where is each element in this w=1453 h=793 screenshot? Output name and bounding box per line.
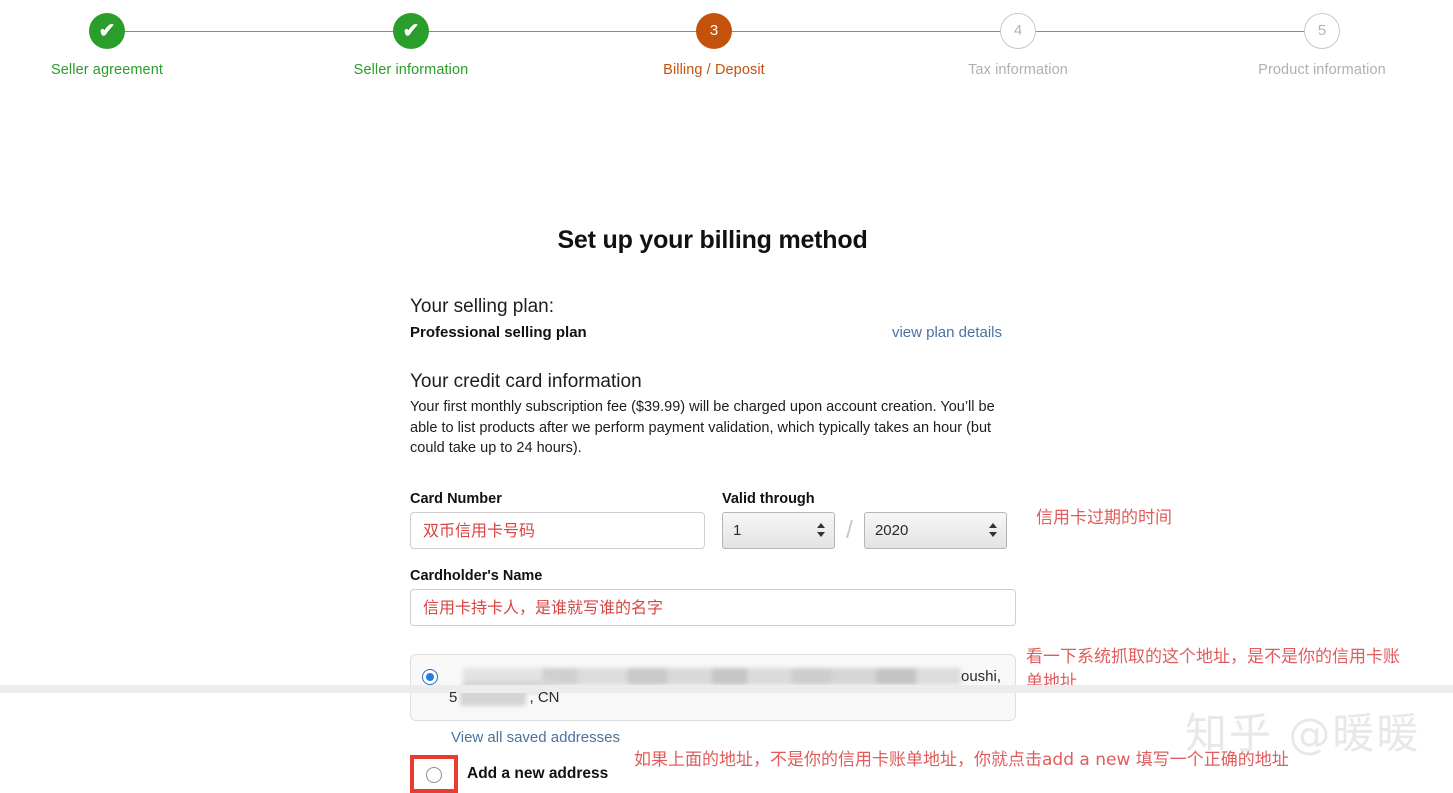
stepper-step-1-circle: ✔ [89, 13, 125, 49]
add-new-address-radio[interactable] [426, 767, 442, 783]
expiry-year-select[interactable]: 2020 [863, 511, 1007, 549]
valid-through-controls: 1 / 2020 [722, 511, 1007, 549]
highlight-box [410, 754, 458, 793]
saved-address-line-1: oushi, [449, 666, 1003, 693]
stepper-step-1-label: Seller agreement [50, 62, 164, 78]
cardholder-name-label: Cardholder's Name [410, 567, 543, 584]
view-all-saved-addresses-link[interactable]: View all saved addresses [451, 729, 620, 746]
stepper-step-2-label: Seller information [353, 62, 469, 78]
credit-card-heading: Your credit card information [410, 371, 642, 392]
stepper-step-5-circle: 5 [1304, 13, 1340, 49]
credit-card-description: Your first monthly subscription fee ($39… [410, 399, 995, 456]
stepper-step-4-label: Tax information [968, 62, 1068, 78]
stepper-step-4[interactable]: 4 Tax information [898, 0, 1138, 78]
card-number-label: Card Number [410, 490, 502, 507]
cardholder-name-input[interactable] [410, 588, 1016, 626]
cardholder-group: Cardholder's Name [410, 568, 1016, 626]
expiry-separator: / [846, 515, 853, 544]
selling-plan-heading: Your selling plan: [410, 296, 555, 317]
stepper-step-3-circle: 3 [696, 13, 732, 49]
bottom-strip [0, 685, 1453, 693]
saved-address-radio[interactable] [422, 668, 438, 685]
check-icon: ✔ [402, 20, 420, 42]
progress-stepper: ✔ Seller agreement ✔ Seller information … [0, 0, 1453, 88]
stepper-step-3-label: Billing / Deposit [663, 62, 765, 78]
annotation-valid-through: 信用卡过期的时间 [1036, 508, 1172, 528]
selling-plan-row: Professional selling plan view plan deta… [410, 320, 1016, 346]
billing-page: Set up your billing method Your selling … [0, 88, 1453, 793]
stepper-step-5-label: Product information [1258, 62, 1386, 78]
check-icon: ✔ [98, 20, 116, 42]
saved-address-country: , CN [529, 688, 560, 706]
card-number-group: Card Number [410, 491, 705, 549]
stepper-step-2-circle: ✔ [393, 13, 429, 49]
stepper-step-1[interactable]: ✔ Seller agreement [0, 0, 227, 78]
card-fields-row: Card Number Valid through 1 / 2020 [410, 491, 1016, 549]
valid-through-label: Valid through [722, 490, 815, 507]
expiry-year-select-wrap: 2020 [863, 511, 1007, 549]
expiry-month-select-wrap: 1 [722, 511, 835, 549]
billing-form: Your selling plan: Professional selling … [410, 294, 1016, 793]
expiry-month-select[interactable]: 1 [722, 511, 835, 549]
saved-address-zip-prefix: 5 [449, 688, 458, 706]
add-new-address-label: Add a new address [467, 764, 609, 782]
valid-through-group: Valid through 1 / 2020 [722, 491, 1007, 549]
stepper-step-2[interactable]: ✔ Seller information [291, 0, 531, 78]
page-title: Set up your billing method [557, 226, 868, 254]
saved-address-line-1-tail: oushi, [961, 667, 1002, 685]
stepper-step-5[interactable]: 5 Product information [1202, 0, 1442, 78]
stepper-step-4-circle: 4 [1000, 13, 1036, 49]
stepper-step-3[interactable]: 3 Billing / Deposit [594, 0, 834, 78]
watermark: 知乎 @暖暖 [1185, 709, 1421, 758]
view-plan-details-link[interactable]: view plan details [892, 320, 1002, 346]
card-number-input[interactable] [410, 511, 705, 549]
